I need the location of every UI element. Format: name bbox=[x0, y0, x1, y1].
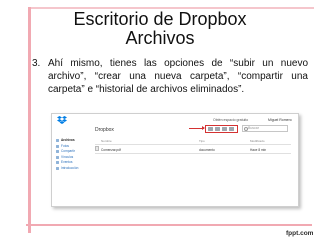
dropbox-logo-icon bbox=[57, 116, 67, 124]
footer-rule bbox=[26, 224, 312, 226]
sidebar-item-introduccion[interactable]: Introducción bbox=[56, 166, 86, 172]
free-space-banner[interactable]: Obtén espacio gratuito bbox=[213, 118, 248, 122]
column-header-name[interactable]: Nombre bbox=[101, 139, 112, 143]
sidebar-item-label: Archivos bbox=[61, 138, 75, 142]
bullet-item: 3. Ahí mismo, tienes las opciones de “su… bbox=[32, 57, 308, 96]
column-header-modified[interactable]: Modificado bbox=[250, 139, 265, 143]
search-input[interactable]: Buscar bbox=[242, 125, 288, 132]
screenshot-heading: Dropbox bbox=[95, 127, 114, 133]
intro-icon bbox=[56, 166, 59, 170]
search-placeholder: Buscar bbox=[248, 126, 259, 130]
slide-title-line1: Escritorio de Dropbox bbox=[73, 9, 247, 29]
events-icon bbox=[56, 161, 59, 164]
file-type: documento bbox=[199, 147, 215, 152]
file-modified: Hace 8 min bbox=[250, 147, 267, 152]
footer-logo: fppt.com bbox=[286, 230, 314, 237]
upload-icon[interactable] bbox=[208, 127, 213, 131]
dropbox-screenshot: Obtén espacio gratuito Miguel Romero Dro… bbox=[51, 113, 299, 207]
table-row[interactable]: Comenzar.pdf documento Hace 8 min bbox=[95, 145, 291, 154]
files-icon bbox=[56, 139, 59, 142]
sidebar-item-label: Introducción bbox=[61, 165, 79, 170]
search-icon bbox=[244, 127, 248, 131]
sidebar: Archivos Fotos Compartir Vínculos Evento… bbox=[56, 138, 86, 171]
sidebar-item-label: Compartir bbox=[61, 149, 75, 153]
slide-title: Escritorio de Dropbox Archivos bbox=[45, 10, 275, 48]
sidebar-item-label: Eventos bbox=[61, 160, 73, 164]
photos-icon bbox=[56, 144, 59, 148]
slide-title-line2: Archivos bbox=[125, 28, 195, 48]
toolbar-highlight bbox=[205, 125, 238, 133]
user-menu[interactable]: Miguel Romero bbox=[268, 118, 292, 122]
table-header: Nombre Tipo Modificado bbox=[95, 138, 291, 145]
share-folder-icon[interactable] bbox=[222, 127, 227, 131]
column-header-type[interactable]: Tipo bbox=[199, 139, 205, 143]
deleted-files-icon[interactable] bbox=[229, 127, 234, 131]
bullet-text: Ahí mismo, tienes las opciones de “subir… bbox=[48, 58, 308, 95]
new-folder-icon[interactable] bbox=[215, 127, 220, 131]
sidebar-item-label: Fotos bbox=[61, 143, 69, 148]
share-icon bbox=[56, 150, 59, 153]
bullet-number: 3. bbox=[32, 58, 41, 69]
left-rule bbox=[28, 7, 31, 233]
link-icon bbox=[56, 155, 59, 159]
file-name[interactable]: Comenzar.pdf bbox=[101, 148, 121, 152]
sidebar-item-label: Vínculos bbox=[61, 154, 74, 159]
pdf-file-icon bbox=[95, 146, 99, 151]
